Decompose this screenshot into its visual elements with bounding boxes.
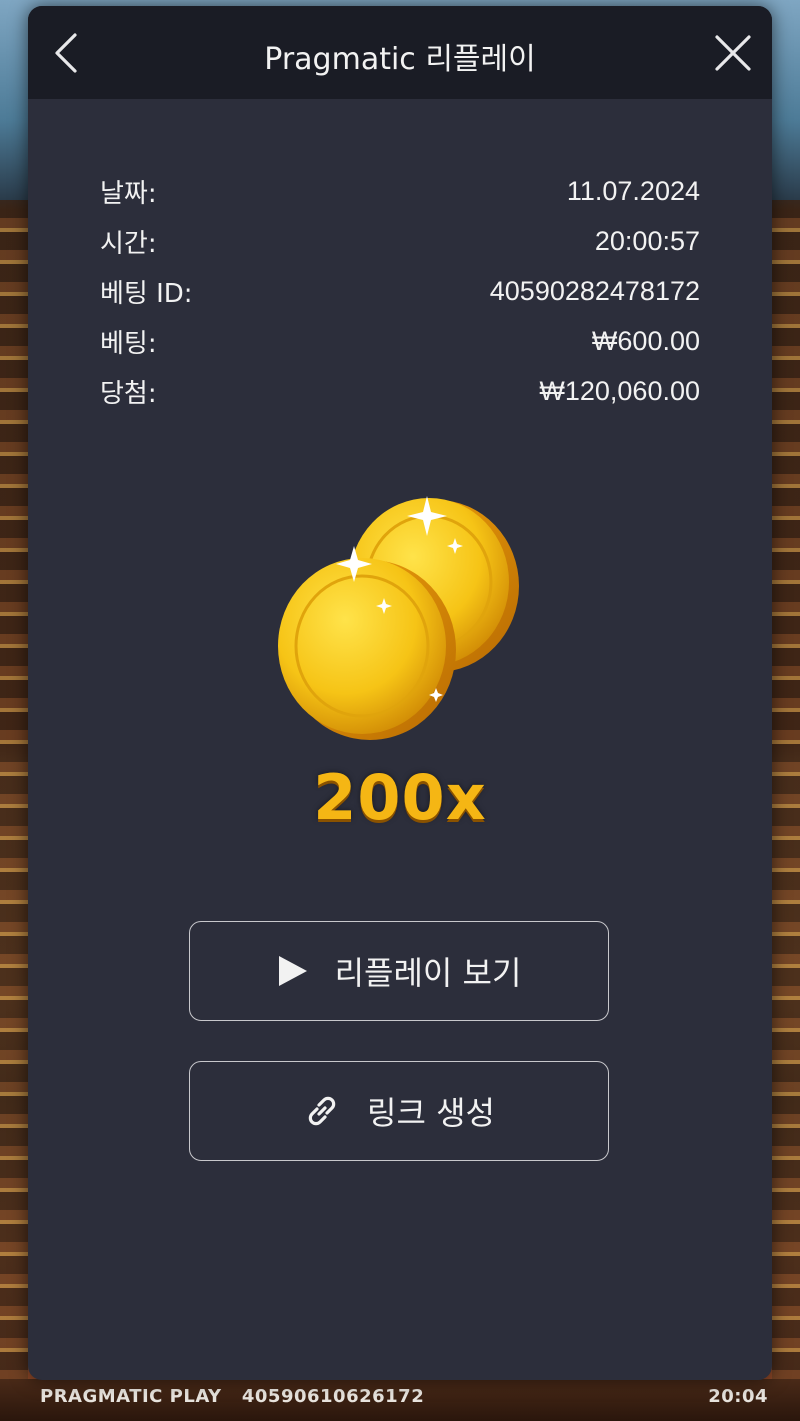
create-link-label: 링크 생성: [367, 1094, 495, 1132]
date-value: 11.07.2024: [566, 175, 700, 206]
close-button[interactable]: [710, 30, 756, 76]
date-label: 날짜:: [100, 178, 157, 209]
footer-brand-round: PRAGMATIC PLAY 40590610626172: [40, 1386, 424, 1407]
modal-header: Pragmatic 리플레이: [28, 6, 772, 99]
view-replay-button[interactable]: 리플레이 보기: [189, 921, 609, 1021]
play-icon: [277, 954, 309, 988]
create-link-button[interactable]: 링크 생성: [189, 1061, 609, 1161]
detail-row-bet-id: 베팅 ID: 40590282478172: [100, 266, 700, 316]
modal-title: Pragmatic 리플레이: [264, 42, 536, 77]
close-icon: [715, 35, 751, 71]
win-label: 당첨:: [100, 378, 157, 409]
bet-id-value: 40590282478172: [489, 275, 700, 306]
detail-row-date: 날짜: 11.07.2024: [100, 166, 700, 216]
game-background-left-edge: [0, 200, 28, 1380]
view-replay-label: 리플레이 보기: [334, 954, 522, 992]
time-value: 20:00:57: [594, 225, 700, 256]
bet-details: 날짜: 11.07.2024 시간: 20:00:57 베팅 ID: 40590…: [100, 166, 700, 416]
game-background-right-edge: [772, 200, 800, 1380]
detail-row-bet: 베팅: ₩600.00: [100, 316, 700, 366]
detail-row-time: 시간: 20:00:57: [100, 216, 700, 266]
win-value: ₩120,060.00: [539, 375, 700, 406]
bet-value: ₩600.00: [591, 325, 700, 356]
win-multiplier: 200x: [313, 761, 487, 834]
time-label: 시간:: [100, 228, 157, 259]
bet-id-label: 베팅 ID:: [100, 278, 193, 309]
bet-label: 베팅:: [100, 328, 157, 359]
footer-time: 20:04: [708, 1386, 768, 1407]
link-icon: [303, 1092, 341, 1130]
detail-row-win: 당첨: ₩120,060.00: [100, 366, 700, 416]
footer-round-id: 40590610626172: [241, 1386, 425, 1407]
gold-coins-icon: [278, 496, 519, 740]
replay-modal: Pragmatic 리플레이 날짜: 11.07.2024 시간: 20:00:…: [28, 6, 772, 1380]
footer-brand: PRAGMATIC PLAY: [40, 1386, 222, 1407]
game-footer-bar: PRAGMATIC PLAY 40590610626172 20:04: [0, 1379, 800, 1421]
